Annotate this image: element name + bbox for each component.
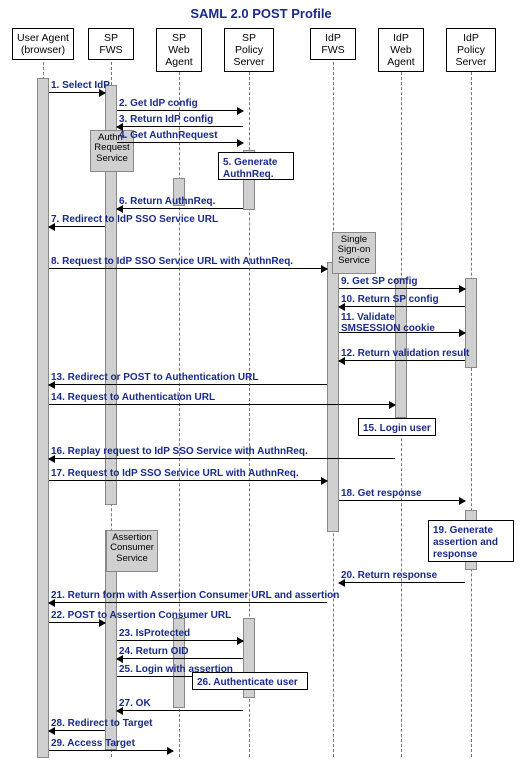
- note-box-0: 5. Generate AuthnReq.: [218, 152, 294, 180]
- note-box-2: 19. Generate assertion and response: [428, 520, 514, 562]
- message-23: 23. IsProtected: [119, 628, 190, 639]
- message-20: 20. Return response: [341, 570, 437, 581]
- actor-idpps: IdPPolicyServer: [446, 28, 496, 72]
- message-17: 17. Request to IdP SSO Service URL with …: [51, 468, 299, 479]
- message-16: 16. Replay request to IdP SSO Service wi…: [51, 446, 308, 457]
- arrow-21: [49, 602, 327, 603]
- message-8: 8. Request to IdP SSO Service URL with A…: [51, 256, 293, 267]
- arrow-1: [49, 92, 105, 93]
- arrow-14: [49, 404, 395, 405]
- message-11: 11. Validate SMSESSION cookie: [341, 312, 469, 334]
- message-6: 6. Return AuthnReq.: [119, 196, 215, 207]
- message-14: 14. Request to Authentication URL: [51, 392, 215, 403]
- lifeline-idpps: [471, 62, 472, 757]
- service-box-1: SingleSign-onService: [332, 232, 376, 274]
- message-2: 2. Get IdP config: [119, 98, 198, 109]
- message-9: 9. Get SP config: [341, 276, 418, 287]
- arrow-23: [117, 640, 243, 641]
- arrow-3: [117, 126, 243, 127]
- arrow-17: [49, 480, 327, 481]
- arrow-13: [49, 384, 327, 385]
- service-box-2: AssertionConsumerService: [106, 530, 158, 572]
- actor-spps: SPPolicyServer: [224, 28, 274, 72]
- arrow-24: [117, 658, 243, 659]
- diagram-title: SAML 2.0 POST Profile: [0, 6, 522, 21]
- message-22: 22. POST to Assertion Consumer URL: [51, 610, 231, 621]
- actor-idpfws: IdPFWS: [310, 28, 356, 60]
- message-12: 12. Return validation result: [341, 348, 469, 359]
- message-3: 3. Return IdP config: [119, 114, 213, 125]
- arrow-2: [117, 110, 243, 111]
- arrow-4: [117, 142, 243, 143]
- arrow-20: [339, 582, 465, 583]
- arrow-10: [339, 306, 465, 307]
- message-1: 1. Select IdP: [51, 80, 110, 91]
- arrow-12: [339, 360, 465, 361]
- arrow-22: [49, 622, 105, 623]
- arrow-28: [49, 730, 105, 731]
- arrow-29: [49, 750, 173, 751]
- message-29: 29. Access Target: [51, 738, 135, 749]
- message-13: 13. Redirect or POST to Authentication U…: [51, 372, 258, 383]
- arrow-8: [49, 268, 327, 269]
- actor-spfws: SPFWS: [88, 28, 134, 60]
- note-box-3: 26. Authenticate user: [192, 672, 308, 690]
- actor-spwa: SPWebAgent: [156, 28, 202, 72]
- arrow-16: [49, 458, 395, 459]
- activation-ua-0: [37, 78, 49, 758]
- arrow-7: [49, 226, 105, 227]
- note-box-1: 15. Login user: [358, 418, 436, 436]
- message-27: 27. OK: [119, 698, 151, 709]
- arrow-18: [339, 500, 465, 501]
- message-24: 24. Return OID: [119, 646, 188, 657]
- message-21: 21. Return form with Assertion Consumer …: [51, 590, 339, 601]
- message-4: 4. Get AuthnRequest: [119, 130, 218, 141]
- message-18: 18. Get response: [341, 488, 422, 499]
- arrow-9: [339, 288, 465, 289]
- message-7: 7. Redirect to IdP SSO Service URL: [51, 214, 218, 225]
- arrow-6: [117, 208, 243, 209]
- actor-ua: User Agent(browser): [12, 28, 74, 60]
- message-10: 10. Return SP config: [341, 294, 439, 305]
- arrow-27: [117, 710, 243, 711]
- message-28: 28. Redirect to Target: [51, 718, 153, 729]
- actor-idpwa: IdPWebAgent: [378, 28, 424, 72]
